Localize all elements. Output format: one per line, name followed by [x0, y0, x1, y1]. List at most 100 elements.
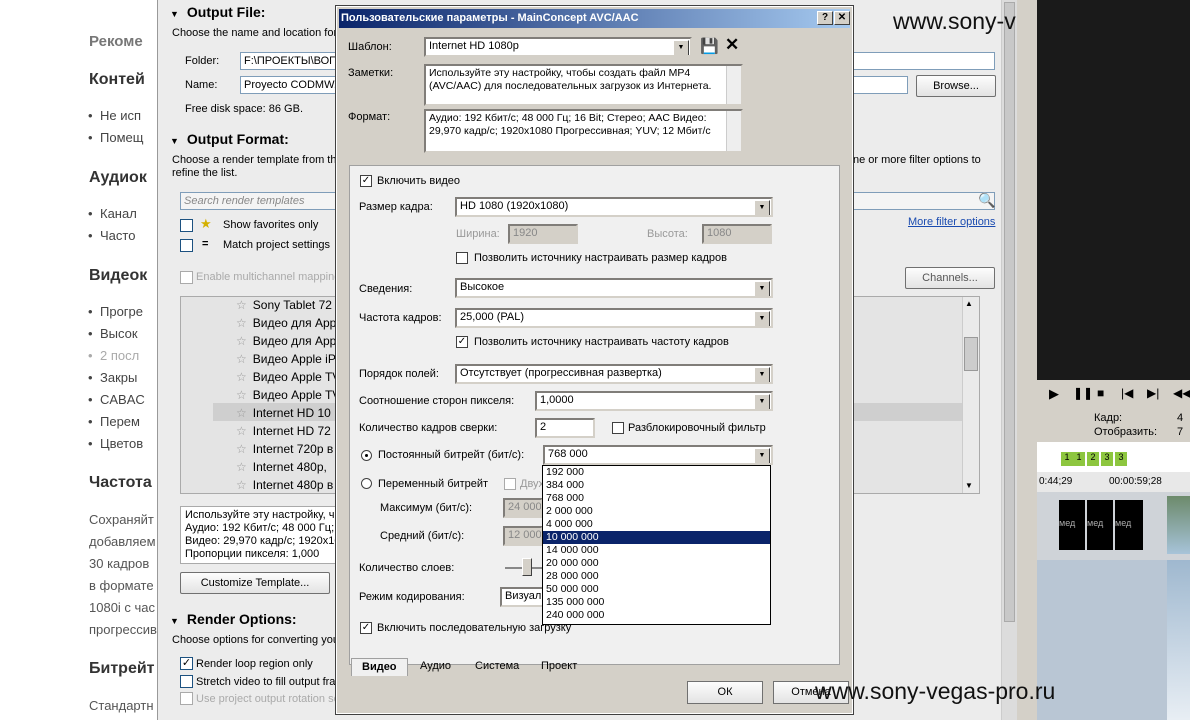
scroll-thumb[interactable]	[964, 337, 978, 371]
tab-system[interactable]: Система	[465, 658, 529, 676]
help-button[interactable]: ?	[817, 11, 833, 25]
maximum-bitrate-field[interactable]: 24 000	[503, 498, 543, 518]
search-icon[interactable]: 🔍	[978, 192, 995, 209]
loop-region-checkbox[interactable]: ✓	[180, 657, 193, 670]
notes-scrollbar[interactable]	[726, 66, 741, 104]
scroll-up-icon[interactable]: ▲	[965, 299, 973, 308]
bitrate-option[interactable]: 4 000 000	[543, 518, 770, 531]
chevron-down-icon[interactable]: ▼	[754, 200, 770, 215]
deblocking-checkbox[interactable]	[612, 422, 624, 434]
template-item[interactable]: ☆ Internet HD 72	[236, 424, 331, 438]
stretch-video-checkbox[interactable]	[180, 675, 193, 688]
next-icon[interactable]: ▶|	[1147, 386, 1159, 400]
format-scrollbar[interactable]	[726, 111, 741, 151]
tab-audio[interactable]: Аудио	[410, 658, 461, 676]
rewind-icon[interactable]: ◀◀	[1173, 386, 1190, 400]
delete-icon[interactable]: ✕	[725, 35, 739, 55]
bitrate-option[interactable]: 28 000 000	[543, 570, 770, 583]
tab-project[interactable]: Проект	[531, 658, 587, 676]
template-item[interactable]: ☆ Видео Apple TV	[236, 370, 340, 384]
template-item[interactable]: ☆ Видео для App	[236, 316, 336, 330]
allow-frame-size-checkbox[interactable]	[456, 252, 468, 264]
marker[interactable]: 2	[1087, 452, 1099, 466]
height-field[interactable]: 1080	[702, 224, 772, 244]
match-project-checkbox[interactable]	[180, 239, 193, 252]
constant-bitrate-select[interactable]: 768 000 ▼	[543, 445, 773, 465]
template-item[interactable]: ☆ Видео для App	[236, 334, 336, 348]
template-item[interactable]: ☆ Internet 480p в	[236, 478, 333, 492]
format-field[interactable]: Аудио: 192 Кбит/с; 48 000 Гц; 16 Bit; Ст…	[424, 109, 743, 153]
enable-video-checkbox[interactable]: ✓	[360, 175, 372, 187]
width-field[interactable]: 1920	[508, 224, 578, 244]
marker[interactable]: 3	[1101, 452, 1113, 466]
browse-button[interactable]: Browse...	[916, 75, 996, 97]
section-output-format[interactable]: Output Format:	[170, 131, 289, 147]
scroll-down-icon[interactable]: ▼	[965, 481, 973, 490]
tab-video[interactable]: Видео	[351, 658, 408, 676]
frame-size-select[interactable]: HD 1080 (1920x1080) ▼	[455, 197, 773, 217]
template-item[interactable]: ☆ Internet 480p,	[236, 460, 327, 474]
marker[interactable]: 1	[1061, 452, 1073, 466]
chevron-down-icon[interactable]: ▼	[754, 281, 770, 296]
favorite-star-icon[interactable]: ☆	[236, 334, 247, 348]
bitrate-option[interactable]: 135 000 000	[543, 596, 770, 609]
template-item[interactable]: ☆ Internet HD 10	[236, 406, 331, 420]
bitrate-option[interactable]: 768 000	[543, 492, 770, 505]
chevron-down-icon[interactable]: ▼	[754, 448, 770, 463]
template-item[interactable]: ☆ Sony Tablet 72	[236, 298, 332, 312]
template-item[interactable]: ☆ Internet 720p в	[236, 442, 333, 456]
favorite-star-icon[interactable]: ☆	[236, 370, 247, 384]
project-rotation-checkbox[interactable]	[180, 692, 193, 705]
frame-rate-select[interactable]: 25,000 (PAL) ▼	[455, 308, 773, 328]
pixel-aspect-select[interactable]: 1,0000 ▼	[535, 391, 773, 411]
video-clip[interactable]: мед	[1115, 500, 1143, 550]
customize-template-button[interactable]: Customize Template...	[180, 572, 330, 594]
template-item[interactable]: ☆ Видео Apple iP	[236, 352, 336, 366]
favorite-star-icon[interactable]: ☆	[236, 460, 247, 474]
stop-icon[interactable]: ■	[1097, 386, 1104, 400]
bitrate-option[interactable]: 50 000 000	[543, 583, 770, 596]
favorite-star-icon[interactable]: ☆	[236, 478, 247, 492]
bitrate-option-highlighted[interactable]: 10 000 000	[543, 531, 770, 544]
average-bitrate-field[interactable]: 12 000	[503, 526, 543, 546]
profile-select[interactable]: Высокое ▼	[455, 278, 773, 298]
section-render-options[interactable]: Render Options:	[170, 611, 297, 627]
video-clip[interactable]: мед	[1087, 500, 1113, 550]
favorite-star-icon[interactable]: ☆	[236, 298, 247, 312]
ok-button[interactable]: ОК	[687, 681, 763, 704]
marker[interactable]: 1	[1073, 452, 1085, 466]
bitrate-option[interactable]: 384 000	[543, 479, 770, 492]
previous-icon[interactable]: |◀	[1121, 386, 1133, 400]
bitrate-dropdown-list[interactable]: 192 000 384 000 768 000 2 000 000 4 000 …	[542, 465, 771, 625]
template-select[interactable]: Internet HD 1080p ▼	[424, 37, 692, 57]
progressive-download-checkbox[interactable]: ✓	[360, 622, 372, 634]
reference-frames-field[interactable]: 2	[535, 418, 595, 438]
chevron-down-icon[interactable]: ▼	[754, 367, 770, 382]
favorite-star-icon[interactable]: ☆	[236, 316, 247, 330]
section-output-file[interactable]: Output File:	[170, 4, 266, 20]
pause-icon[interactable]: ❚❚	[1073, 386, 1093, 400]
play-icon[interactable]: ▶	[1049, 386, 1059, 402]
slices-slider-thumb[interactable]	[522, 558, 532, 576]
allow-frame-rate-checkbox[interactable]: ✓	[456, 336, 468, 348]
template-item[interactable]: ☆ Видео Apple TV	[236, 388, 340, 402]
marker[interactable]: 3	[1115, 452, 1127, 466]
save-icon[interactable]: 💾	[700, 37, 719, 55]
chevron-down-icon[interactable]: ▼	[754, 311, 770, 326]
channels-button[interactable]: Channels...	[905, 267, 995, 289]
favorite-star-icon[interactable]: ☆	[236, 424, 247, 438]
bitrate-option[interactable]: 2 000 000	[543, 505, 770, 518]
chevron-down-icon[interactable]: ▼	[673, 40, 689, 55]
more-filter-options-link[interactable]: More filter options	[908, 216, 995, 228]
video-clip[interactable]: мед	[1059, 500, 1085, 550]
favorite-star-icon[interactable]: ☆	[236, 388, 247, 402]
variable-bitrate-radio[interactable]	[361, 478, 372, 489]
chevron-down-icon[interactable]: ▼	[754, 394, 770, 409]
bitrate-option[interactable]: 20 000 000	[543, 557, 770, 570]
timecode-ruler[interactable]: 0:44;29 00:00:59;28	[1037, 472, 1190, 492]
favorite-star-icon[interactable]: ☆	[236, 442, 247, 456]
template-list-scrollbar[interactable]: ▲ ▼	[962, 297, 979, 493]
favorite-star-icon[interactable]: ☆	[236, 352, 247, 366]
close-button[interactable]: ✕	[834, 11, 850, 25]
render-panel-scrollbar[interactable]	[1001, 0, 1017, 720]
